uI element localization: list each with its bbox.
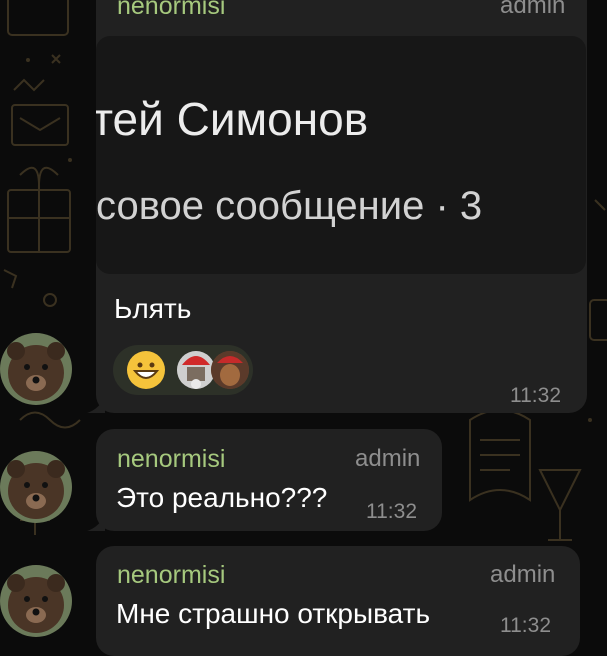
role-badge: admin bbox=[490, 561, 556, 588]
message-text: Ьлять bbox=[114, 293, 192, 324]
message-text: Это реально??? bbox=[116, 482, 328, 513]
avatar[interactable] bbox=[0, 451, 72, 523]
role-badge: admin bbox=[355, 445, 421, 472]
bubble-tail bbox=[87, 515, 105, 531]
reaction-avatar-2 bbox=[211, 351, 249, 389]
sender-name[interactable]: nenormisi bbox=[117, 445, 225, 474]
bubble-tail bbox=[87, 397, 105, 413]
reaction-pill[interactable] bbox=[113, 345, 253, 395]
sender-name[interactable]: nenormisi bbox=[117, 0, 225, 21]
grinning-face-icon bbox=[127, 351, 165, 389]
reaction-avatar-1 bbox=[177, 351, 215, 389]
image-preview[interactable]: тей Симонов совое сообщение · 3 bbox=[96, 36, 586, 274]
sender-name[interactable]: nenormisi bbox=[117, 561, 225, 590]
role-badge: admin bbox=[500, 0, 566, 19]
preview-subtitle: совое сообщение · 3 bbox=[96, 184, 483, 228]
message-time: 11:32 bbox=[366, 500, 417, 523]
preview-name: тей Симонов bbox=[96, 93, 369, 145]
avatar[interactable] bbox=[0, 565, 72, 637]
message-text: Мне страшно открывать bbox=[116, 598, 431, 629]
avatar[interactable] bbox=[0, 333, 72, 405]
message-time: 11:32 bbox=[510, 384, 561, 407]
message-time: 11:32 bbox=[500, 614, 551, 637]
